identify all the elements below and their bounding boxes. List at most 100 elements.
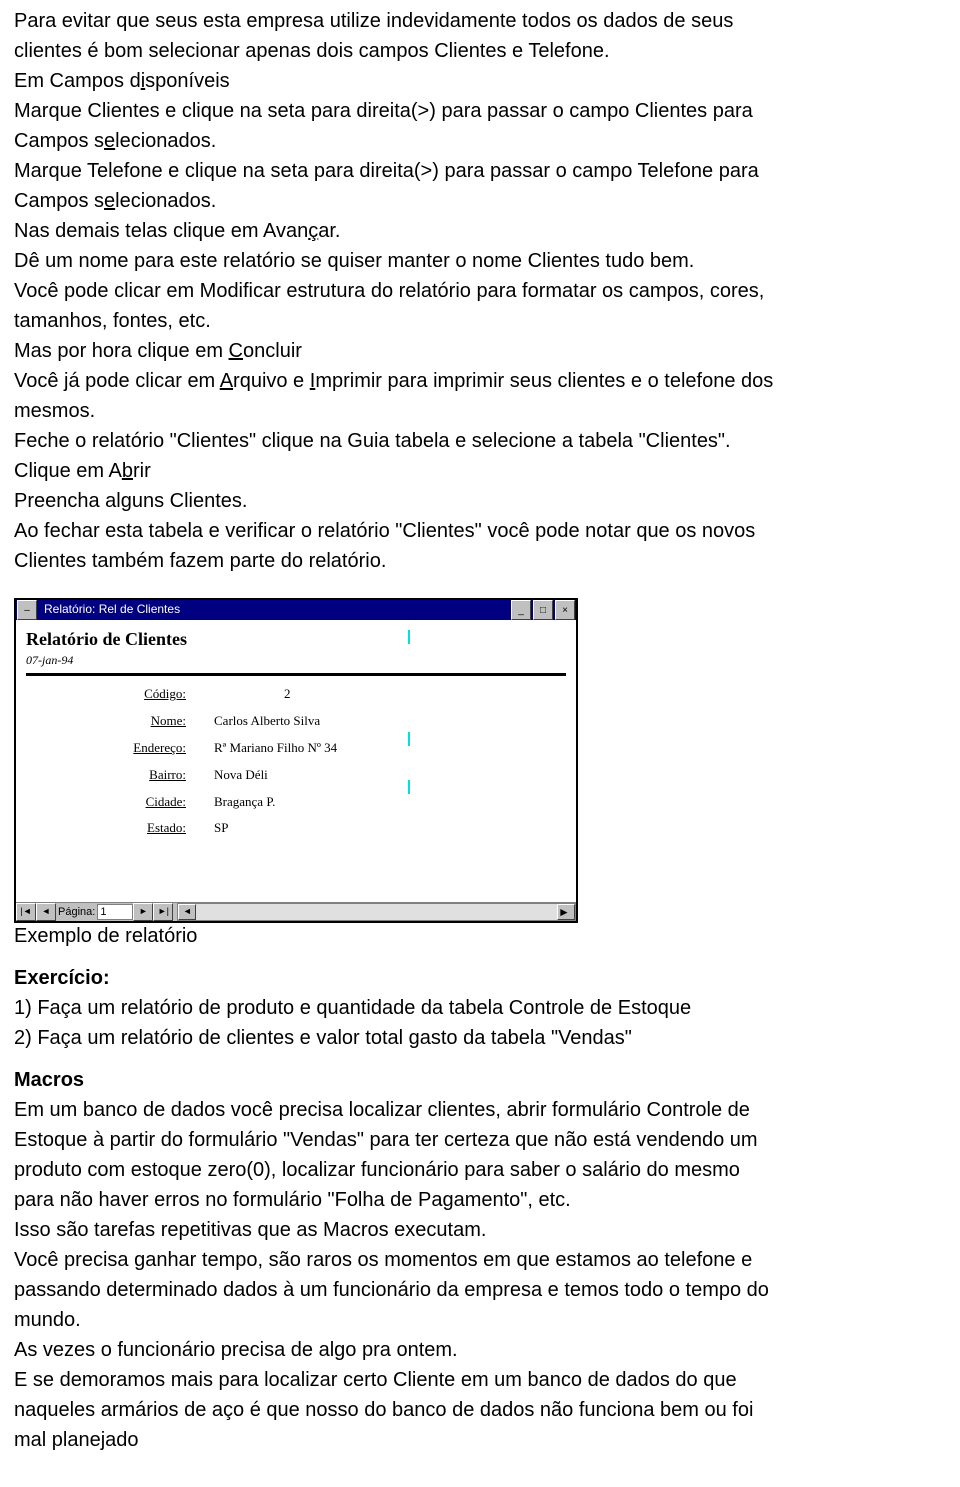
close-icon[interactable]: × (555, 600, 575, 620)
body-text: clientes é bom selecionar apenas dois ca… (14, 38, 946, 64)
field-row: Endereço: Rª Mariano Filho Nº 34 (26, 740, 566, 757)
report-date: 07-jan-94 (26, 653, 566, 669)
body-text: Isso são tarefas repetitivas que as Macr… (14, 1217, 946, 1243)
page-number-box[interactable]: 1 (97, 904, 133, 920)
report-title: Relatório de Clientes (26, 628, 566, 651)
mnemonic: ç (308, 220, 318, 242)
body-text: E se demoramos mais para localizar certo… (14, 1367, 946, 1393)
field-label: Cidade: (26, 794, 194, 811)
maximize-icon[interactable]: □ (533, 600, 553, 620)
last-record-button[interactable]: ►| (153, 903, 173, 921)
ruler-mark-icon (408, 732, 410, 746)
record-navigator: |◄ ◄ Página: 1 ► ►| ◄ ► (16, 902, 576, 921)
body-text: Você precisa ganhar tempo, são raros os … (14, 1247, 946, 1273)
field-value: Bragança P. (194, 794, 275, 811)
field-label: Bairro: (26, 767, 194, 784)
first-record-button[interactable]: |◄ (16, 903, 36, 921)
body-text: tamanhos, fontes, etc. (14, 308, 946, 334)
text: Clique em A (14, 460, 122, 482)
window-title: Relatório: Rel de Clientes (38, 602, 510, 618)
field-label: Endereço: (26, 740, 194, 757)
text: lecionados. (115, 130, 216, 152)
mnemonic: C (229, 340, 243, 362)
exercise-item: 1) Faça um relatório de produto e quanti… (14, 995, 946, 1021)
divider (26, 673, 566, 676)
body-text: mal planejado (14, 1427, 946, 1453)
body-text: passando determinado dados à um funcioná… (14, 1277, 946, 1303)
field-value: Nova Déli (194, 767, 268, 784)
body-text: Ao fechar esta tabela e verificar o rela… (14, 518, 946, 544)
mnemonic: A (220, 370, 233, 392)
field-row: Código: 2 (26, 686, 566, 703)
body-text: Feche o relatório "Clientes" clique na G… (14, 428, 946, 454)
body-text: As vezes o funcionário precisa de algo p… (14, 1337, 946, 1363)
exercise-item: 2) Faça um relatório de clientes e valor… (14, 1025, 946, 1051)
caption: Exemplo de relatório (14, 923, 946, 949)
text: Você já pode clicar em (14, 370, 220, 392)
body-text: Em Campos disponíveis (14, 68, 946, 94)
field-value: SP (194, 820, 228, 837)
field-value: 2 (194, 686, 291, 703)
prev-record-button[interactable]: ◄ (36, 903, 56, 921)
text: lecionados. (115, 190, 216, 212)
text: oncluir (243, 340, 302, 362)
mnemonic: e (104, 190, 115, 212)
body-text: Para evitar que seus esta empresa utiliz… (14, 8, 946, 34)
body-text: Marque Clientes e clique na seta para di… (14, 98, 946, 124)
section-heading: Exercício: (14, 965, 946, 991)
titlebar[interactable]: – Relatório: Rel de Clientes _ □ × (16, 600, 576, 620)
body-text: Preencha alguns Clientes. (14, 488, 946, 514)
scroll-left-icon[interactable]: ◄ (178, 904, 196, 920)
field-label: Estado: (26, 820, 194, 837)
minimize-icon[interactable]: _ (511, 600, 531, 620)
body-text: Dê um nome para este relatório se quiser… (14, 248, 946, 274)
body-text: mundo. (14, 1307, 946, 1333)
text: Campos s (14, 190, 104, 212)
field-label: Nome: (26, 713, 194, 730)
body-text: Campos selecionados. (14, 128, 946, 154)
body-text: Clique em Abrir (14, 458, 946, 484)
field-value: Rª Mariano Filho Nº 34 (194, 740, 337, 757)
field-row: Estado: SP (26, 820, 566, 837)
text: Mas por hora clique em (14, 340, 229, 362)
field-row: Bairro: Nova Déli (26, 767, 566, 784)
system-menu-icon[interactable]: – (17, 600, 37, 620)
body-text: naqueles armários de aço é que nosso do … (14, 1397, 946, 1423)
body-text: Nas demais telas clique em Avançar. (14, 218, 946, 244)
field-row: Cidade: Bragança P. (26, 794, 566, 811)
body-text: Você pode clicar em Modificar estrutura … (14, 278, 946, 304)
section-heading: Macros (14, 1067, 946, 1093)
horizontal-scrollbar[interactable]: ◄ ► (177, 903, 576, 921)
scroll-right-icon[interactable]: ► (557, 904, 575, 920)
body-text: mesmos. (14, 398, 946, 424)
field-row: Nome: Carlos Alberto Silva (26, 713, 566, 730)
next-record-button[interactable]: ► (133, 903, 153, 921)
ruler-mark-icon (408, 630, 410, 644)
text: ar. (318, 220, 340, 242)
text: Em Campos d (14, 70, 141, 92)
page-label: Página: (56, 905, 97, 919)
body-text: Estoque à partir do formulário "Vendas" … (14, 1127, 946, 1153)
body-text: Clientes também fazem parte do relatório… (14, 548, 946, 574)
mnemonic: e (104, 130, 115, 152)
text: sponíveis (145, 70, 230, 92)
body-text: produto com estoque zero(0), localizar f… (14, 1157, 946, 1183)
text: Campos s (14, 130, 104, 152)
text: mprimir para imprimir seus clientes e o … (315, 370, 773, 392)
ruler-mark-icon (408, 780, 410, 794)
body-text: Em um banco de dados você precisa locali… (14, 1097, 946, 1123)
body-text: para não haver erros no formulário "Folh… (14, 1187, 946, 1213)
mnemonic: b (122, 460, 133, 482)
report-body: Relatório de Clientes 07-jan-94 Código: … (16, 620, 576, 902)
body-text: Mas por hora clique em Concluir (14, 338, 946, 364)
document-page: Para evitar que seus esta empresa utiliz… (0, 0, 960, 1487)
body-text: Campos selecionados. (14, 188, 946, 214)
field-label: Código: (26, 686, 194, 703)
text: rquivo e (233, 370, 310, 392)
text: rir (133, 460, 151, 482)
text: Nas demais telas clique em Avan (14, 220, 308, 242)
body-text: Você já pode clicar em Arquivo e Imprimi… (14, 368, 946, 394)
body-text: Marque Telefone e clique na seta para di… (14, 158, 946, 184)
report-window: – Relatório: Rel de Clientes _ □ × Relat… (14, 598, 578, 923)
field-value: Carlos Alberto Silva (194, 713, 320, 730)
